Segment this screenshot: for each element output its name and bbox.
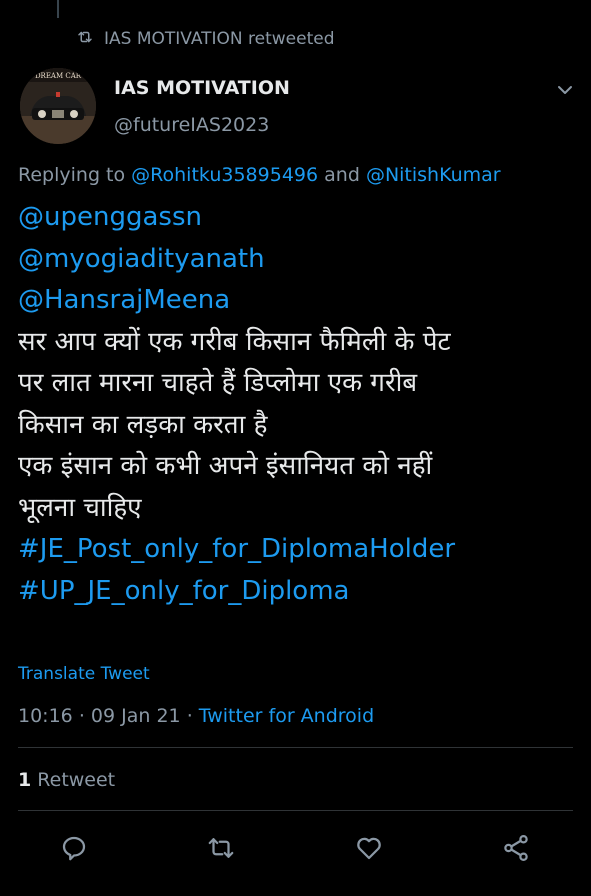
tweet-meta: 10:16 · 09 Jan 21 · Twitter for Android xyxy=(18,705,374,727)
hashtag-up-je[interactable]: #UP_JE_only_for_Diploma xyxy=(18,571,578,613)
thread-connector-line xyxy=(57,0,59,18)
divider xyxy=(18,810,573,811)
mention-upenggassn[interactable]: @upenggassn xyxy=(18,197,578,239)
tweet-source[interactable]: Twitter for Android xyxy=(199,705,374,727)
hashtag-je-post[interactable]: #JE_Post_only_for_DiplomaHolder xyxy=(18,529,578,571)
mention-myogiadityanath[interactable]: @myogiadityanath xyxy=(18,239,578,281)
retweet-context[interactable]: IAS MOTIVATION retweeted xyxy=(76,28,335,50)
like-icon[interactable] xyxy=(347,826,391,870)
avatar[interactable]: DREAM CAR xyxy=(20,68,96,144)
retweet-small-icon xyxy=(76,28,94,51)
retweeted-by-text: IAS MOTIVATION retweeted xyxy=(104,29,335,49)
retweet-stats-label: Retweet xyxy=(37,769,116,791)
replying-to-line: Replying to @Rohitku35895496 and @Nitish… xyxy=(18,164,501,186)
author-handle[interactable]: @futureIAS2023 xyxy=(114,114,269,136)
reply-icon[interactable] xyxy=(52,826,96,870)
tweet-text-line: सर आप क्यों एक गरीब किसान फैमिली के पेट xyxy=(18,326,451,357)
tweet-date[interactable]: 09 Jan 21 xyxy=(91,705,181,727)
tweet-text-line: किसान का लड़का करता है xyxy=(18,409,268,440)
retweet-stats[interactable]: 1 Retweet xyxy=(18,769,115,791)
meta-separator: · xyxy=(186,705,193,727)
reply-joiner: and xyxy=(324,164,360,186)
tweet-text-line: एक इंसान को कभी अपने इंसानियत को नहीं xyxy=(18,451,433,481)
mention-hansrajmeena[interactable]: @HansrajMeena xyxy=(18,280,578,322)
tweet-text-line: भूलना चाहिए xyxy=(18,492,142,523)
share-icon[interactable] xyxy=(494,826,538,870)
translate-tweet-link[interactable]: Translate Tweet xyxy=(18,664,150,684)
divider xyxy=(18,747,573,748)
author-name[interactable]: IAS MOTIVATION xyxy=(114,77,290,99)
reply-mention-2[interactable]: @NitishKumar xyxy=(366,164,501,186)
retweet-icon[interactable] xyxy=(199,826,243,870)
tweet-body: @upenggassn @myogiadityanath @HansrajMee… xyxy=(18,197,578,612)
replying-to-prefix: Replying to xyxy=(18,164,126,186)
chevron-down-icon[interactable] xyxy=(555,80,575,100)
retweet-count: 1 xyxy=(18,769,32,791)
avatar-caption: DREAM CAR xyxy=(35,72,82,80)
reply-mention-1[interactable]: @Rohitku35895496 xyxy=(131,164,318,186)
tweet-time[interactable]: 10:16 xyxy=(18,705,73,727)
meta-separator: · xyxy=(78,705,85,727)
action-bar xyxy=(0,826,591,870)
tweet-text-line: पर लात मारना चाहते हैं डिप्लोमा एक गरीब xyxy=(18,368,418,398)
